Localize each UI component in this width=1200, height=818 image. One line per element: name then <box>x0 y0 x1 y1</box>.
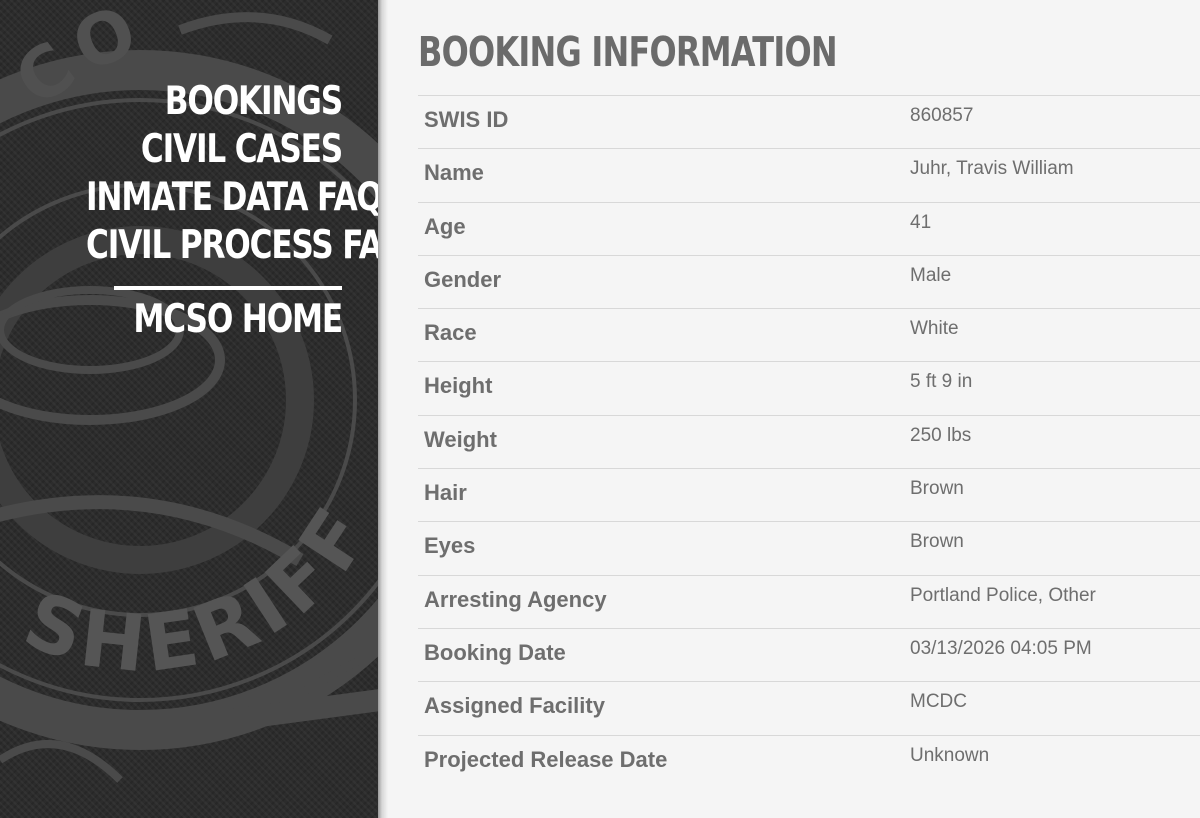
field-value: Brown <box>904 521 1200 576</box>
page-title: BOOKING INFORMATION <box>418 28 838 76</box>
table-row-projected-release-date: Projected Release Date Unknown <box>418 734 1200 789</box>
table-row-name: Name Juhr, Travis William <box>418 148 1200 203</box>
field-value: Unknown <box>904 734 1200 789</box>
table-row-race: Race White <box>418 308 1200 362</box>
field-value: Portland Police, Other <box>904 574 1200 629</box>
field-value: 250 lbs <box>904 414 1200 469</box>
field-label: Eyes <box>418 521 904 576</box>
field-value: 860857 <box>904 94 1200 149</box>
table-row-assigned-facility: Assigned Facility MCDC <box>418 681 1200 736</box>
table-row-booking-date: Booking Date 03/13/2026 04:05 PM <box>418 627 1200 682</box>
field-label: SWIS ID <box>418 94 904 149</box>
nav-link-inmate-data-faq[interactable]: INMATE DATA FAQ <box>86 174 380 222</box>
field-value: 41 <box>904 201 1200 256</box>
field-label: Booking Date <box>418 627 904 682</box>
field-label: Arresting Agency <box>418 574 904 629</box>
field-value: Male <box>904 254 1200 309</box>
field-value: Juhr, Travis William <box>904 148 1200 203</box>
table-row-eyes: Eyes Brown <box>418 521 1200 576</box>
nav-link-civil-cases[interactable]: CIVIL CASES <box>86 126 343 174</box>
field-label: Assigned Facility <box>418 681 904 736</box>
nav-divider <box>114 286 342 290</box>
sidebar-shadow <box>378 0 388 818</box>
field-label: Height <box>418 361 904 416</box>
booking-info-table: SWIS ID 860857 Name Juhr, Travis William A… <box>418 94 1200 789</box>
field-label: Hair <box>418 468 904 522</box>
field-label: Age <box>418 201 904 256</box>
table-row-age: Age 41 <box>418 201 1200 256</box>
table-row-weight: Weight 250 lbs <box>418 414 1200 469</box>
table-row-hair: Hair Brown <box>418 468 1200 522</box>
field-label: Weight <box>418 414 904 469</box>
field-value: 03/13/2026 04:05 PM <box>904 627 1200 682</box>
field-label: Race <box>418 308 904 362</box>
table-row-arresting-agency: Arresting Agency Portland Police, Other <box>418 574 1200 629</box>
field-label: Projected Release Date <box>418 734 904 789</box>
table-row-gender: Gender Male <box>418 254 1200 309</box>
main-nav: BOOKINGS CIVIL CASES INMATE DATA FAQ CIV… <box>22 78 380 344</box>
field-value: White <box>904 308 1200 362</box>
field-label: Name <box>418 148 904 203</box>
field-label: Gender <box>418 254 904 309</box>
field-value: Brown <box>904 468 1200 522</box>
nav-link-civil-process-faq[interactable]: CIVIL PROCESS FAQ <box>86 222 380 270</box>
sidebar: SHERIFF CO BOOKINGS CIVIL CASES INMATE D… <box>0 0 380 818</box>
table-row-swis-id: SWIS ID 860857 <box>418 94 1200 149</box>
table-row-height: Height 5 ft 9 in <box>418 361 1200 416</box>
field-value: 5 ft 9 in <box>904 361 1200 416</box>
field-value: MCDC <box>904 681 1200 736</box>
nav-link-bookings[interactable]: BOOKINGS <box>86 78 343 126</box>
nav-link-mcso-home[interactable]: MCSO HOME <box>86 296 343 344</box>
